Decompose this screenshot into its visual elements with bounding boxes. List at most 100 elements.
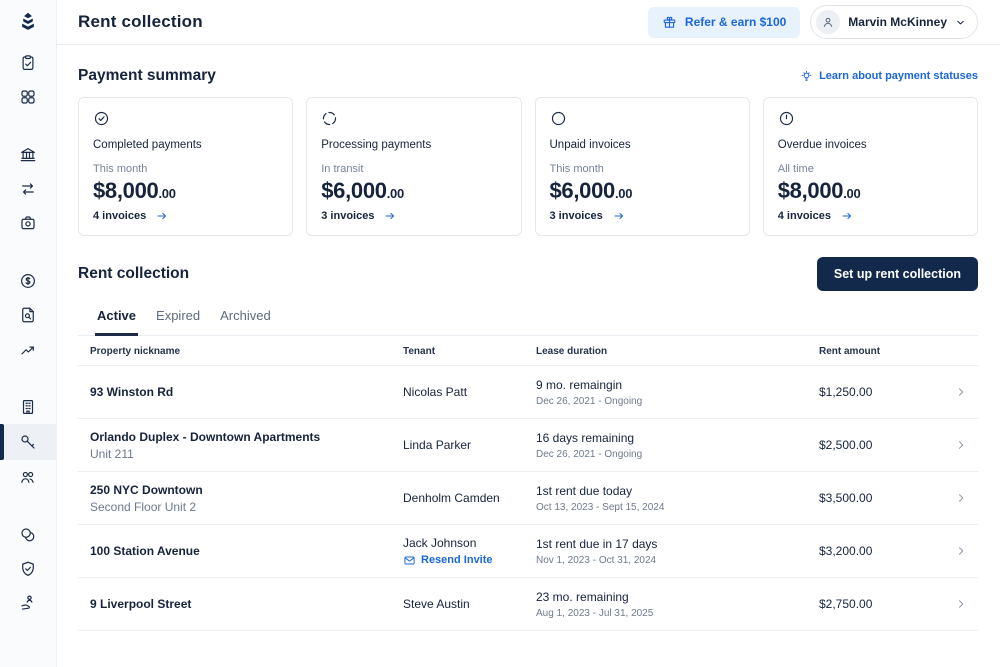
topbar: Rent collection Refer & earn $100 Marvin… [57,0,1000,45]
user-name: Marvin McKinney [848,15,947,29]
tab-expired[interactable]: Expired [154,308,202,336]
tenant-name: Linda Parker [403,438,536,452]
sidebar-item-clipboard-check[interactable] [0,46,56,80]
tab-active[interactable]: Active [95,308,138,336]
card-amount: $6,000.00 [550,178,735,204]
column-property-nickname: Property nickname [78,346,403,357]
property-unit: Unit 211 [90,447,403,461]
sidebar-item-cash-box[interactable] [0,206,56,240]
card-amount: $6,000.00 [321,178,506,204]
card-label: Overdue invoices [778,139,963,151]
learn-payment-statuses-link[interactable]: Learn about payment statuses [800,70,978,83]
app-logo[interactable] [0,0,56,46]
overdue-clock-icon [778,110,795,127]
sidebar-item-analytics[interactable] [0,332,56,366]
clipboard-check-icon [19,54,37,72]
rent-collection-title: Rent collection [78,265,189,283]
transfer-arrows-icon [19,180,37,198]
card-amount: $8,000.00 [93,178,278,204]
property-name: 93 Winston Rd [90,385,403,399]
property-name: 100 Station Avenue [90,544,403,558]
page-title: Rent collection [78,12,203,32]
cash-box-icon [19,214,37,232]
card-period: This month [93,163,278,175]
check-circle-icon [93,110,110,127]
coins-icon [19,526,37,544]
bank-icon [19,146,37,164]
card-amount: $8,000.00 [778,178,963,204]
arrow-right-icon [612,210,626,222]
card-invoices-link[interactable]: 3 invoices [321,210,506,222]
grid-apps-icon [19,88,37,106]
lease-status: 1st rent due in 17 days [536,537,819,551]
table-row[interactable]: 250 NYC Downtown Second Floor Unit 2 Den… [78,472,978,525]
key-icon [19,433,37,451]
table-header: Property nickname Tenant Lease duration … [78,336,978,366]
sidebar-item-insurance[interactable] [0,552,56,586]
card-unpaid-invoices: Unpaid invoices This month $6,000.00 3 i… [535,97,750,236]
column-tenant: Tenant [403,346,536,357]
table-row[interactable]: 9 Liverpool Street Steve Austin 23 mo. r… [78,578,978,631]
azibo-logo-icon [15,10,41,36]
sidebar-item-support[interactable] [0,586,56,620]
arrow-right-icon [383,210,397,222]
sidebar-item-properties[interactable] [0,390,56,424]
table-row[interactable]: 100 Station Avenue Jack Johnson Resend I… [78,525,978,578]
sidebar-item-rent-collection[interactable] [0,424,56,460]
people-icon [19,468,37,486]
lease-dates: Dec 26, 2021 - Ongoing [536,396,819,407]
chevron-down-icon [955,17,966,28]
resend-invite-link[interactable]: Resend Invite [403,554,536,567]
card-period: This month [550,163,735,175]
loader-circle-icon [321,110,338,127]
rent-amount: $3,500.00 [819,491,934,505]
tab-archived[interactable]: Archived [218,308,273,336]
card-invoices-link[interactable]: 3 invoices [550,210,735,222]
sidebar-item-grid[interactable] [0,80,56,114]
lease-dates: Oct 13, 2023 - Sept 15, 2024 [536,502,819,513]
property-name: Orlando Duplex - Downtown Apartments [90,430,403,444]
care-hand-icon [19,594,37,612]
sidebar-item-bank[interactable] [0,138,56,172]
rent-amount: $3,200.00 [819,544,934,558]
property-name: 250 NYC Downtown [90,483,403,497]
payment-summary-cards: Completed payments This month $8,000.00 … [78,97,978,236]
tenant-name: Denholm Camden [403,491,536,505]
lease-status: 16 days remaining [536,431,819,445]
table-row[interactable]: 93 Winston Rd Nicolas Patt 9 mo. remaing… [78,366,978,419]
payment-summary-header: Payment summary Learn about payment stat… [78,67,978,85]
column-rent-amount: Rent amount [819,346,934,357]
card-completed-payments: Completed payments This month $8,000.00 … [78,97,293,236]
card-invoices-link[interactable]: 4 invoices [93,210,278,222]
refer-earn-label: Refer & earn $100 [685,15,786,29]
sidebar-item-tenants[interactable] [0,460,56,494]
rent-collection-header: Rent collection Set up rent collection [78,257,978,291]
sidebar-item-document-search[interactable] [0,298,56,332]
user-menu[interactable]: Marvin McKinney [810,5,978,39]
arrow-right-icon [155,210,169,222]
shield-check-icon [19,560,37,578]
lightbulb-icon [800,70,813,83]
empty-circle-icon [550,110,567,127]
rent-collection-tabs: Active Expired Archived [78,308,978,336]
document-search-icon [19,306,37,324]
sidebar-item-rewards[interactable] [0,518,56,552]
sidebar-item-transfers[interactable] [0,172,56,206]
main-area: Rent collection Refer & earn $100 Marvin… [57,0,1000,667]
learn-link-label: Learn about payment statuses [819,70,978,82]
setup-rent-collection-button[interactable]: Set up rent collection [817,257,978,291]
chevron-right-icon [955,545,967,557]
sidebar-item-payments[interactable] [0,264,56,298]
card-invoices-link[interactable]: 4 invoices [778,210,963,222]
avatar [816,10,840,34]
card-overdue-invoices: Overdue invoices All time $8,000.00 4 in… [763,97,978,236]
chevron-right-icon [955,598,967,610]
lease-dates: Aug 1, 2023 - Jul 31, 2025 [536,608,819,619]
table-row[interactable]: Orlando Duplex - Downtown Apartments Uni… [78,419,978,472]
column-lease-duration: Lease duration [536,346,819,357]
payment-summary-title: Payment summary [78,67,216,85]
lease-status: 9 mo. remaingin [536,378,819,392]
tenant-name: Steve Austin [403,597,536,611]
refer-earn-button[interactable]: Refer & earn $100 [648,7,800,38]
card-label: Processing payments [321,139,506,151]
